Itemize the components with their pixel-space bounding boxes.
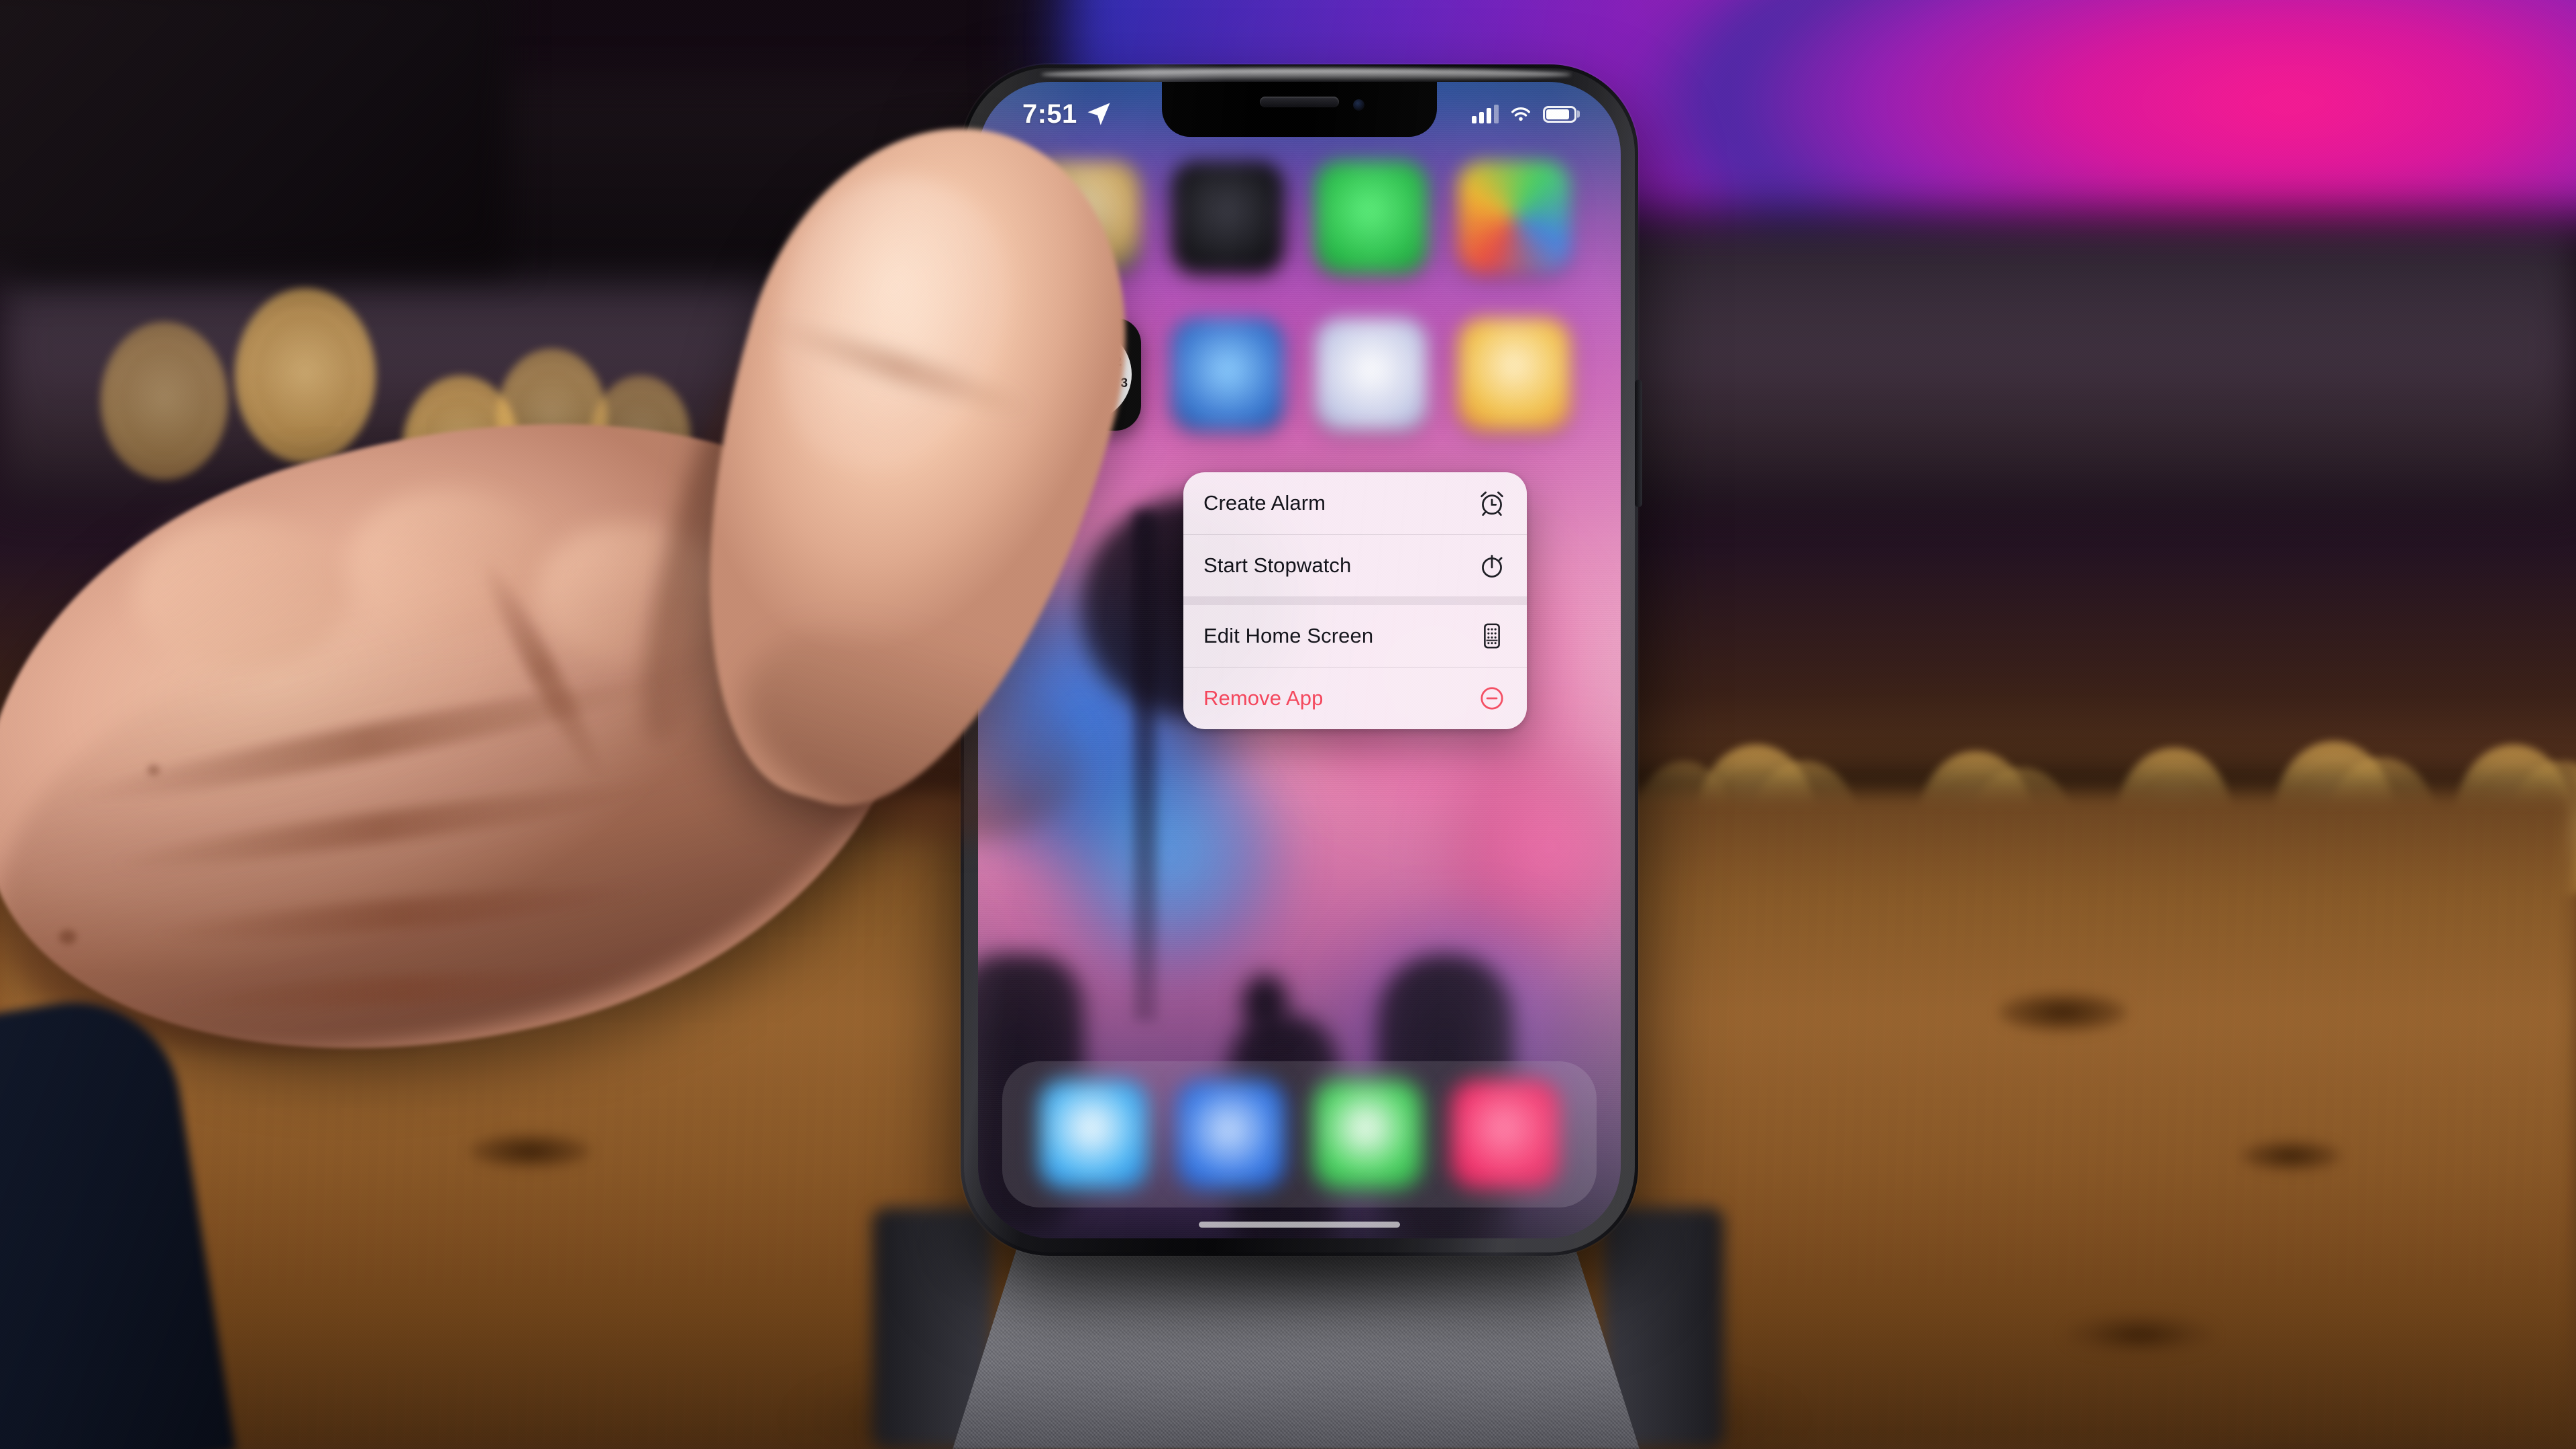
hand-knuckle: [134, 517, 349, 671]
app-icon-6[interactable]: [1171, 318, 1285, 431]
location-arrow-icon: [1087, 103, 1110, 125]
app-icon-8[interactable]: [1458, 318, 1571, 431]
context-menu-item-start-stopwatch[interactable]: Start Stopwatch: [1183, 535, 1527, 596]
app-cell[interactable]: [1443, 318, 1587, 431]
context-menu-item-label: Create Alarm: [1203, 491, 1326, 515]
context-menu-item-remove-app[interactable]: Remove App: [1183, 667, 1527, 729]
wifi-icon: [1511, 107, 1530, 121]
context-menu-item-label: Edit Home Screen: [1203, 624, 1374, 647]
home-indicator[interactable]: [1199, 1222, 1400, 1228]
context-menu-item-edit-home-screen[interactable]: Edit Home Screen: [1183, 605, 1527, 667]
app-cell[interactable]: [1443, 161, 1587, 274]
hand-mole: [59, 930, 76, 945]
context-menu-item-label: Start Stopwatch: [1203, 553, 1352, 577]
app-context-menu[interactable]: Create Alarm Start Stopwatch Edit Home S…: [1183, 472, 1527, 729]
notch: [1162, 82, 1437, 137]
app-icon-7[interactable]: [1314, 318, 1428, 431]
earpiece-speaker: [1260, 97, 1339, 107]
dock-icon-4[interactable]: [1450, 1080, 1560, 1189]
status-bar-left: 7:51: [1022, 99, 1114, 129]
hand-mole: [148, 765, 160, 775]
desk-knot: [2241, 1140, 2341, 1171]
status-bar-right: [1472, 104, 1576, 123]
desk-knot: [1999, 993, 2127, 1032]
status-time: 7:51: [1022, 99, 1077, 129]
battery-icon: [1543, 105, 1576, 123]
context-menu-item-label: Remove App: [1203, 686, 1324, 710]
dock-icon-2[interactable]: [1176, 1080, 1285, 1189]
context-menu-item-create-alarm[interactable]: Create Alarm: [1183, 472, 1527, 534]
app-icon-2[interactable]: [1171, 161, 1285, 274]
phone-top-highlight: [1041, 68, 1571, 80]
home-screen-icon: [1484, 623, 1500, 649]
screenshot-scene: 7:51 3 Create Alarm Start Stopwatch Edit…: [0, 0, 2576, 1449]
front-camera-icon: [1353, 99, 1364, 111]
alarm-clock-icon: [1481, 491, 1503, 516]
stopwatch-icon: [1482, 555, 1503, 578]
app-cell[interactable]: [1299, 161, 1443, 274]
background-tv-bezel: [0, 0, 510, 268]
dock-icon-3[interactable]: [1313, 1080, 1423, 1189]
cellular-signal-icon: [1472, 104, 1499, 123]
app-cell[interactable]: [1299, 318, 1443, 431]
hand: [0, 82, 1187, 1146]
context-menu-group-separator: [1183, 596, 1527, 605]
minus-circle-icon: [1481, 687, 1503, 710]
app-icon-3[interactable]: [1314, 161, 1428, 274]
app-icon-4[interactable]: [1458, 161, 1571, 274]
desk-knot: [2066, 1315, 2214, 1355]
power-button[interactable]: [1635, 380, 1642, 507]
